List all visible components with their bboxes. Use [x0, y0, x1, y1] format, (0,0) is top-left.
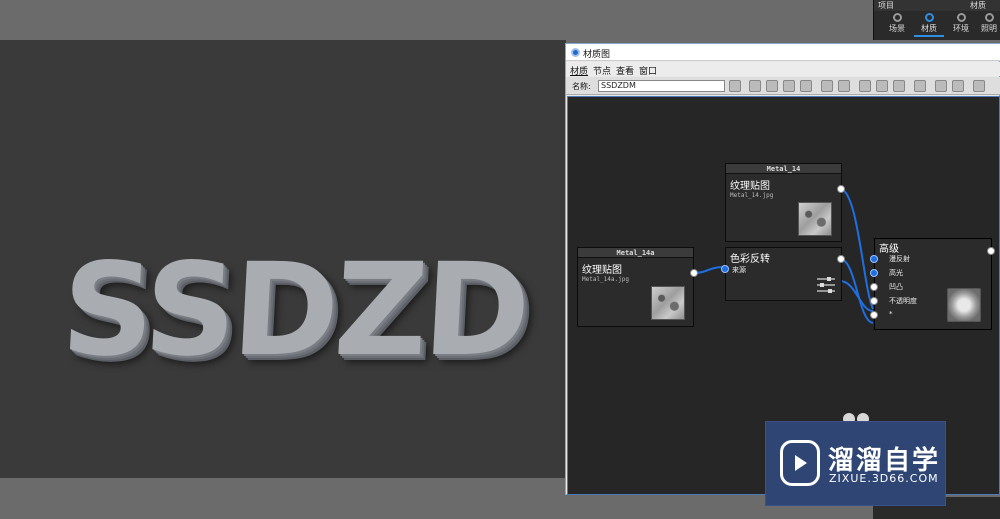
extra-port[interactable] — [870, 311, 878, 319]
project-label: 项目 — [878, 1, 894, 10]
watermark: 溜溜自学 ZIXUE.3D66.COM — [765, 421, 946, 506]
menu-view[interactable]: 查看 — [616, 64, 634, 77]
link-icon[interactable] — [973, 80, 985, 92]
slot-specular: 高光 — [889, 269, 903, 277]
rotate-icon[interactable] — [783, 80, 795, 92]
name-label: 名称: — [572, 82, 591, 91]
3d-viewport[interactable]: SSDZD y x — [0, 40, 566, 478]
color-invert-node[interactable]: 色彩反转 来源 — [721, 247, 845, 301]
3d-text-model: SSDZD — [58, 236, 530, 385]
diffuse-port[interactable] — [870, 255, 878, 263]
right-panel-header: 项目 材质 — [874, 0, 1000, 11]
copy-icon[interactable] — [821, 80, 833, 92]
checker-icon[interactable] — [766, 80, 778, 92]
title-bar[interactable]: 材质图 — [566, 44, 1000, 61]
sphere-icon[interactable] — [749, 80, 761, 92]
toolbar: 名称: SSDZDM — [566, 77, 1000, 95]
save-icon[interactable] — [729, 80, 741, 92]
node-header: Metal_14a — [578, 248, 693, 258]
scene-icon — [892, 13, 902, 22]
node-title: 高级 — [879, 244, 899, 255]
material-preview — [947, 288, 981, 322]
tab-lighting-label: 照明 — [981, 24, 997, 33]
specular-port[interactable] — [870, 269, 878, 277]
bump-port[interactable] — [870, 283, 878, 291]
menu-bar: 材质 节点 查看 窗口 — [566, 62, 1000, 77]
tab-material-label: 材质 — [921, 24, 937, 33]
slot-bump: 凹凸 — [889, 283, 903, 291]
opacity-port[interactable] — [870, 297, 878, 305]
node-filename: Metal_14.jpg — [730, 192, 774, 199]
lighting-icon — [984, 13, 994, 22]
slot-diffuse: 漫反射 — [889, 255, 910, 263]
tab-lighting[interactable]: 照明 — [978, 13, 1000, 37]
grid-icon[interactable] — [952, 80, 964, 92]
window-title: 材质图 — [583, 50, 611, 60]
node-c-icon[interactable] — [893, 80, 905, 92]
app-icon — [571, 48, 580, 57]
output-port[interactable] — [690, 269, 698, 277]
slot-opacity: 不透明度 — [889, 297, 917, 305]
delete-icon[interactable] — [838, 80, 850, 92]
node-title: 纹理贴图 — [582, 265, 622, 276]
output-port[interactable] — [987, 247, 995, 255]
material-name-field[interactable]: SSDZDM — [598, 80, 725, 92]
node-a-icon[interactable] — [859, 80, 871, 92]
node-filename: Metal_14a.jpg — [582, 276, 629, 283]
tab-material[interactable]: 材质 — [914, 13, 944, 37]
menu-material[interactable]: 材质 — [570, 64, 588, 77]
node-b-icon[interactable] — [876, 80, 888, 92]
sliders-icon[interactable] — [800, 80, 812, 92]
input-slot-label: 来源 — [732, 266, 746, 274]
tab-environment-label: 环境 — [953, 24, 969, 33]
watermark-url: ZIXUE.3D66.COM — [829, 472, 939, 485]
environment-icon — [956, 13, 966, 22]
layout-icon[interactable] — [914, 80, 926, 92]
input-port[interactable] — [721, 265, 729, 273]
output-port[interactable] — [837, 185, 845, 193]
play-logo-icon — [780, 440, 820, 486]
menu-window[interactable]: 窗口 — [639, 64, 657, 77]
material-label: 材质 — [970, 1, 986, 10]
tab-environment[interactable]: 环境 — [946, 13, 976, 37]
texture-thumbnail — [651, 286, 685, 320]
texture-thumbnail — [798, 202, 832, 236]
advanced-material-node[interactable]: 高级 漫反射 高光 凹凸 不透明度 * — [870, 238, 995, 330]
sliders-icon — [817, 277, 835, 293]
slot-extra: * — [889, 310, 893, 318]
right-panel: 项目 材质 场景 材质 环境 照明 — [873, 0, 1000, 40]
texture-node-metal-14a[interactable]: Metal_14a 纹理贴图 Metal_14a.jpg — [577, 247, 698, 327]
tab-scene-label: 场景 — [889, 24, 905, 33]
output-port[interactable] — [837, 255, 845, 263]
node-header: Metal_14 — [726, 164, 841, 174]
tab-scene[interactable]: 场景 — [882, 13, 912, 37]
node-title: 纹理贴图 — [730, 181, 770, 192]
node-title: 色彩反转 — [730, 254, 770, 265]
texture-node-metal-14[interactable]: Metal_14 纹理贴图 Metal_14.jpg — [725, 163, 845, 242]
fit-icon[interactable] — [935, 80, 947, 92]
menu-node[interactable]: 节点 — [593, 64, 611, 77]
material-icon — [924, 13, 934, 22]
